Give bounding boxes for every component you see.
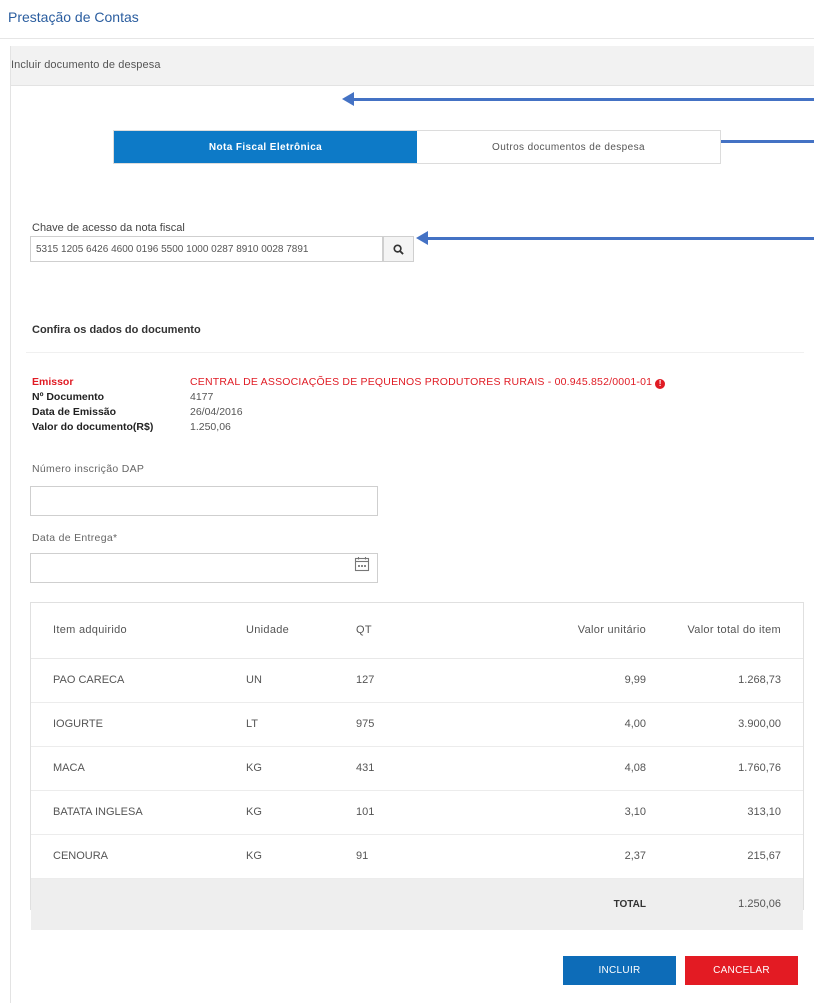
table-header-row: Item adquirido Unidade QT Valor unitário…: [31, 603, 803, 659]
access-key-label: Chave de acesso da nota fiscal: [32, 222, 185, 234]
issuer-label: Emissor: [32, 376, 74, 388]
document-number-label: Nº Documento: [32, 391, 105, 403]
col-header-total: Valor total do item: [646, 603, 803, 659]
search-button[interactable]: [383, 236, 414, 262]
document-number-value: 4177: [190, 391, 214, 403]
item-unit-price: 4,08: [466, 746, 646, 791]
tab-outros-documentos[interactable]: Outros documentos de despesa: [417, 131, 720, 163]
item-unit: KG: [246, 790, 356, 835]
title-divider: [0, 38, 814, 39]
item-qty: 431: [356, 746, 466, 791]
issuer-name: CENTRAL DE ASSOCIAÇÕES DE PEQUENOS PRODU…: [190, 376, 653, 388]
col-header-unit-price: Valor unitário: [466, 603, 646, 659]
document-type-tabs: Nota Fiscal Eletrônica Outros documentos…: [113, 130, 721, 164]
col-header-unit: Unidade: [246, 603, 356, 659]
document-amount-label: Valor do documento(R$): [32, 421, 154, 433]
warning-icon: !: [655, 379, 666, 389]
item-total: 1.268,73: [646, 658, 803, 703]
dap-input[interactable]: [30, 486, 378, 516]
dap-label: Número inscrição DAP: [32, 463, 145, 475]
panel-header-title: Incluir documento de despesa: [11, 59, 161, 71]
item-unit: KG: [246, 746, 356, 791]
tab-nota-fiscal[interactable]: Nota Fiscal Eletrônica: [114, 131, 417, 163]
table-row: BATATA INGLESA KG 101 3,10 313,10: [31, 790, 803, 835]
table-row: IOGURTE LT 975 4,00 3.900,00: [31, 702, 803, 747]
item-unit-price: 3,10: [466, 790, 646, 835]
search-icon: [393, 243, 404, 255]
item-unit-price: 2,37: [466, 834, 646, 879]
issue-date-label: Data de Emissão: [32, 406, 117, 418]
calendar-icon[interactable]: [354, 556, 370, 572]
item-unit: UN: [246, 658, 356, 703]
item-name: IOGURTE: [31, 702, 246, 747]
table-row: CENOURA KG 91 2,37 215,67: [31, 834, 803, 879]
items-table: Item adquirido Unidade QT Valor unitário…: [30, 602, 804, 930]
col-header-item: Item adquirido: [31, 603, 246, 659]
col-header-qty: QT: [356, 603, 466, 659]
item-qty: 975: [356, 702, 466, 747]
item-total: 3.900,00: [646, 702, 803, 747]
item-qty: 91: [356, 834, 466, 879]
section-divider: [26, 352, 804, 353]
issue-date-value: 26/04/2016: [190, 406, 243, 418]
document-section-title: Confira os dados do documento: [32, 324, 201, 336]
table-row: MACA KG 431 4,08 1.760,76: [31, 746, 803, 791]
panel-header: Incluir documento de despesa: [11, 46, 814, 86]
item-qty: 101: [356, 790, 466, 835]
annotation-arrow: [416, 231, 814, 245]
item-unit: LT: [246, 702, 356, 747]
item-total: 215,67: [646, 834, 803, 879]
total-value: 1.250,06: [646, 878, 803, 930]
cancel-button[interactable]: CANCELAR: [685, 956, 798, 985]
item-name: CENOURA: [31, 834, 246, 879]
item-name: PAO CARECA: [31, 658, 246, 703]
item-unit: KG: [246, 834, 356, 879]
total-row: TOTAL 1.250,06: [31, 878, 803, 930]
item-unit-price: 4,00: [466, 702, 646, 747]
total-label: TOTAL: [466, 878, 646, 930]
document-amount-value: 1.250,06: [190, 421, 231, 433]
item-name: MACA: [31, 746, 246, 791]
delivery-date-label: Data de Entrega*: [32, 532, 118, 544]
item-total: 1.760,76: [646, 746, 803, 791]
access-key-input[interactable]: [30, 236, 383, 262]
page-title: Prestação de Contas: [8, 9, 139, 25]
table-row: PAO CARECA UN 127 9,99 1.268,73: [31, 658, 803, 703]
item-total: 313,10: [646, 790, 803, 835]
item-qty: 127: [356, 658, 466, 703]
item-name: BATATA INGLESA: [31, 790, 246, 835]
include-button[interactable]: INCLUIR: [563, 956, 676, 985]
issuer-value: CENTRAL DE ASSOCIAÇÕES DE PEQUENOS PRODU…: [190, 376, 666, 389]
delivery-date-input[interactable]: [30, 553, 378, 583]
annotation-arrow: [342, 92, 814, 106]
item-unit-price: 9,99: [466, 658, 646, 703]
